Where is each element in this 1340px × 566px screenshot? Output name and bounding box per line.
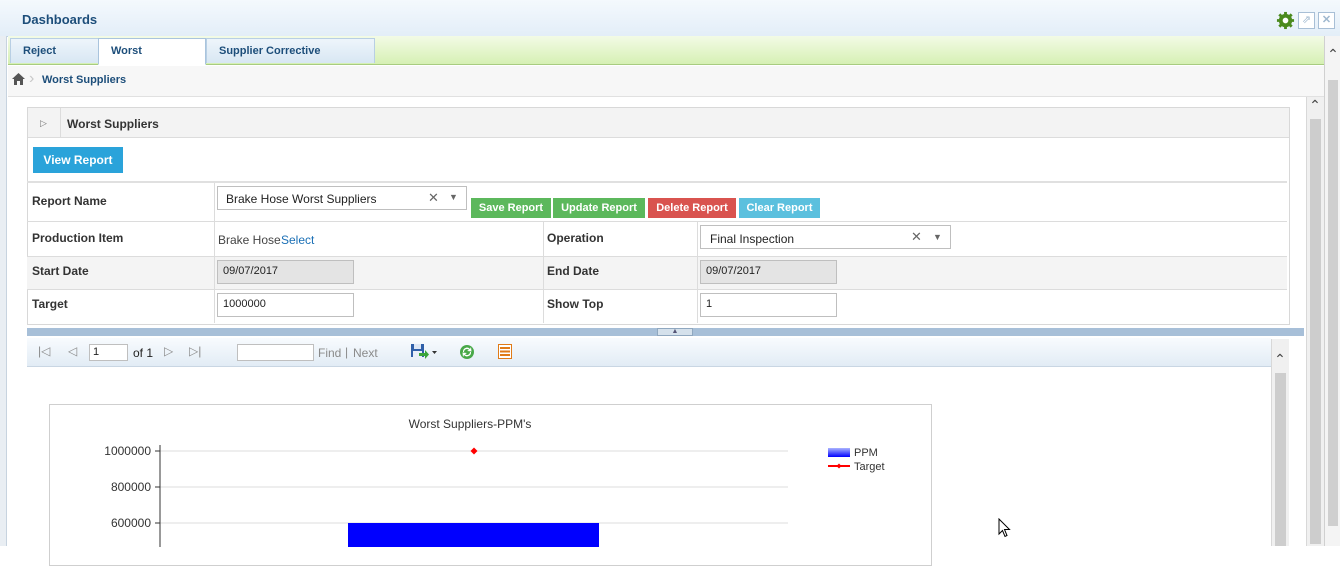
form-row-dates xyxy=(27,256,1287,290)
report-scroll-thumb[interactable] xyxy=(1275,373,1286,546)
next-page-icon[interactable]: ▷ xyxy=(164,344,173,358)
report-name-select[interactable]: Brake Hose Worst Suppliers ✕ ▼ xyxy=(217,186,467,210)
view-report-button[interactable]: View Report xyxy=(33,147,123,173)
start-date-label: Start Date xyxy=(32,264,89,278)
breadcrumb: › Worst Suppliers xyxy=(8,66,1324,97)
report-scroll-up-icon[interactable]: ⌃ xyxy=(1272,351,1288,368)
breadcrumb-current[interactable]: Worst Suppliers xyxy=(42,74,126,86)
target-input[interactable]: 1000000 xyxy=(217,293,354,317)
gear-icon[interactable] xyxy=(1276,11,1295,30)
production-item-value: Brake Hose xyxy=(218,233,281,247)
operation-chevron-down-icon[interactable]: ▼ xyxy=(933,232,942,242)
report-name-label: Report Name xyxy=(32,194,107,208)
save-report-button[interactable]: Save Report xyxy=(471,198,551,218)
page-scroll-up-icon[interactable]: ⌃ xyxy=(1307,97,1323,114)
legend-target-label: Target xyxy=(854,461,885,473)
report-name-value: Brake Hose Worst Suppliers xyxy=(226,192,377,206)
delete-report-button[interactable]: Delete Report xyxy=(648,198,736,218)
export-save-icon[interactable] xyxy=(410,343,438,363)
first-page-icon[interactable]: |◁ xyxy=(38,344,50,358)
chart-svg: Worst Suppliers-PPM's 1000000 800000 60000… xyxy=(104,417,885,547)
operation-select[interactable]: Final Inspection ✕ ▼ xyxy=(700,225,951,249)
target-label: Target xyxy=(32,297,68,311)
report-chart: Worst Suppliers-PPM's 1000000 800000 60000… xyxy=(49,404,932,566)
operation-label: Operation xyxy=(547,231,604,245)
print-layout-icon[interactable] xyxy=(498,344,512,362)
find-separator: | xyxy=(345,345,349,359)
page-count-text: of 1 xyxy=(133,346,154,360)
home-icon[interactable] xyxy=(12,73,25,88)
page-scrollbar[interactable]: ⌃ xyxy=(1306,97,1324,546)
panel-title: Worst Suppliers xyxy=(67,117,159,131)
report-scrollbar[interactable]: ⌃ xyxy=(1271,339,1289,546)
form-row-target xyxy=(27,289,1287,324)
clear-report-button[interactable]: Clear Report xyxy=(739,198,820,218)
operation-clear-icon[interactable]: ✕ xyxy=(911,229,922,245)
y-tick-label: 1000000 xyxy=(104,444,151,458)
start-date-field[interactable]: 09/07/2017 xyxy=(217,260,354,284)
panel-header: ▷ Worst Suppliers xyxy=(28,108,1289,138)
window-title: Dashboards xyxy=(22,12,98,27)
breadcrumb-separator-icon: › xyxy=(29,70,35,87)
y-tick-label: 600000 xyxy=(111,516,151,530)
tab-supplier-corrective-actions[interactable]: Supplier Corrective Actions xyxy=(206,38,375,82)
mouse-cursor-icon xyxy=(998,517,1011,541)
target-point xyxy=(470,447,478,455)
form-col-divider-3 xyxy=(697,222,698,323)
report-viewer-toolbar: |◁ ◁ 1 of 1 ▷ ▷| Find | Next xyxy=(27,338,1271,367)
operation-value: Final Inspection xyxy=(710,232,795,246)
end-date-label: End Date xyxy=(547,264,600,278)
tab-reject-ratio[interactable]: Reject Ratio xyxy=(10,38,99,82)
splitter-handle[interactable]: ▲ xyxy=(657,328,693,336)
scroll-thumb[interactable] xyxy=(1328,80,1338,526)
tab-bar: Reject Ratio Worst Suppliers Supplier Co… xyxy=(8,36,1324,82)
find-link[interactable]: Find xyxy=(318,346,341,360)
production-item-label: Production Item xyxy=(32,231,124,245)
legend-target-marker xyxy=(836,463,842,469)
end-date-field[interactable]: 09/07/2017 xyxy=(700,260,837,284)
scroll-up-icon[interactable]: ⌃ xyxy=(1325,46,1340,63)
form-col-divider-2 xyxy=(543,222,544,323)
close-icon[interactable]: ✕ xyxy=(1318,12,1335,29)
show-top-input[interactable]: 1 xyxy=(700,293,837,317)
form-row-production-item xyxy=(27,221,1287,257)
refresh-icon[interactable] xyxy=(459,344,475,363)
chart-title: Worst Suppliers-PPM's xyxy=(409,417,532,431)
panel-header-divider xyxy=(60,108,61,137)
show-top-label: Show Top xyxy=(547,297,604,311)
production-item-select-link[interactable]: Select xyxy=(281,233,314,247)
chevron-down-icon[interactable]: ▼ xyxy=(449,192,458,202)
clear-selection-icon[interactable]: ✕ xyxy=(428,190,439,206)
update-report-button[interactable]: Update Report xyxy=(553,198,645,218)
legend-ppm-swatch xyxy=(828,448,850,457)
collapse-arrow-icon[interactable]: ▷ xyxy=(40,118,47,129)
last-page-icon[interactable]: ▷| xyxy=(189,344,201,358)
y-tick-label: 800000 xyxy=(111,480,151,494)
right-edge-scrollbar[interactable]: ⌃ xyxy=(1324,36,1340,546)
find-text-input[interactable] xyxy=(237,344,314,361)
find-next-link[interactable]: Next xyxy=(353,346,378,360)
popout-icon[interactable]: ⇗ xyxy=(1298,12,1315,29)
left-edge xyxy=(0,36,7,546)
previous-page-icon[interactable]: ◁ xyxy=(68,344,77,358)
form-col-divider-1 xyxy=(214,183,215,323)
window-titlebar: Dashboards ⇗ ✕ xyxy=(0,0,1340,37)
tab-worst-suppliers[interactable]: Worst Suppliers xyxy=(98,38,206,82)
page-scroll-thumb[interactable] xyxy=(1310,119,1321,544)
legend-ppm-label: PPM xyxy=(854,447,878,459)
page-number-input[interactable]: 1 xyxy=(89,344,128,361)
bar-ppm xyxy=(348,523,599,547)
